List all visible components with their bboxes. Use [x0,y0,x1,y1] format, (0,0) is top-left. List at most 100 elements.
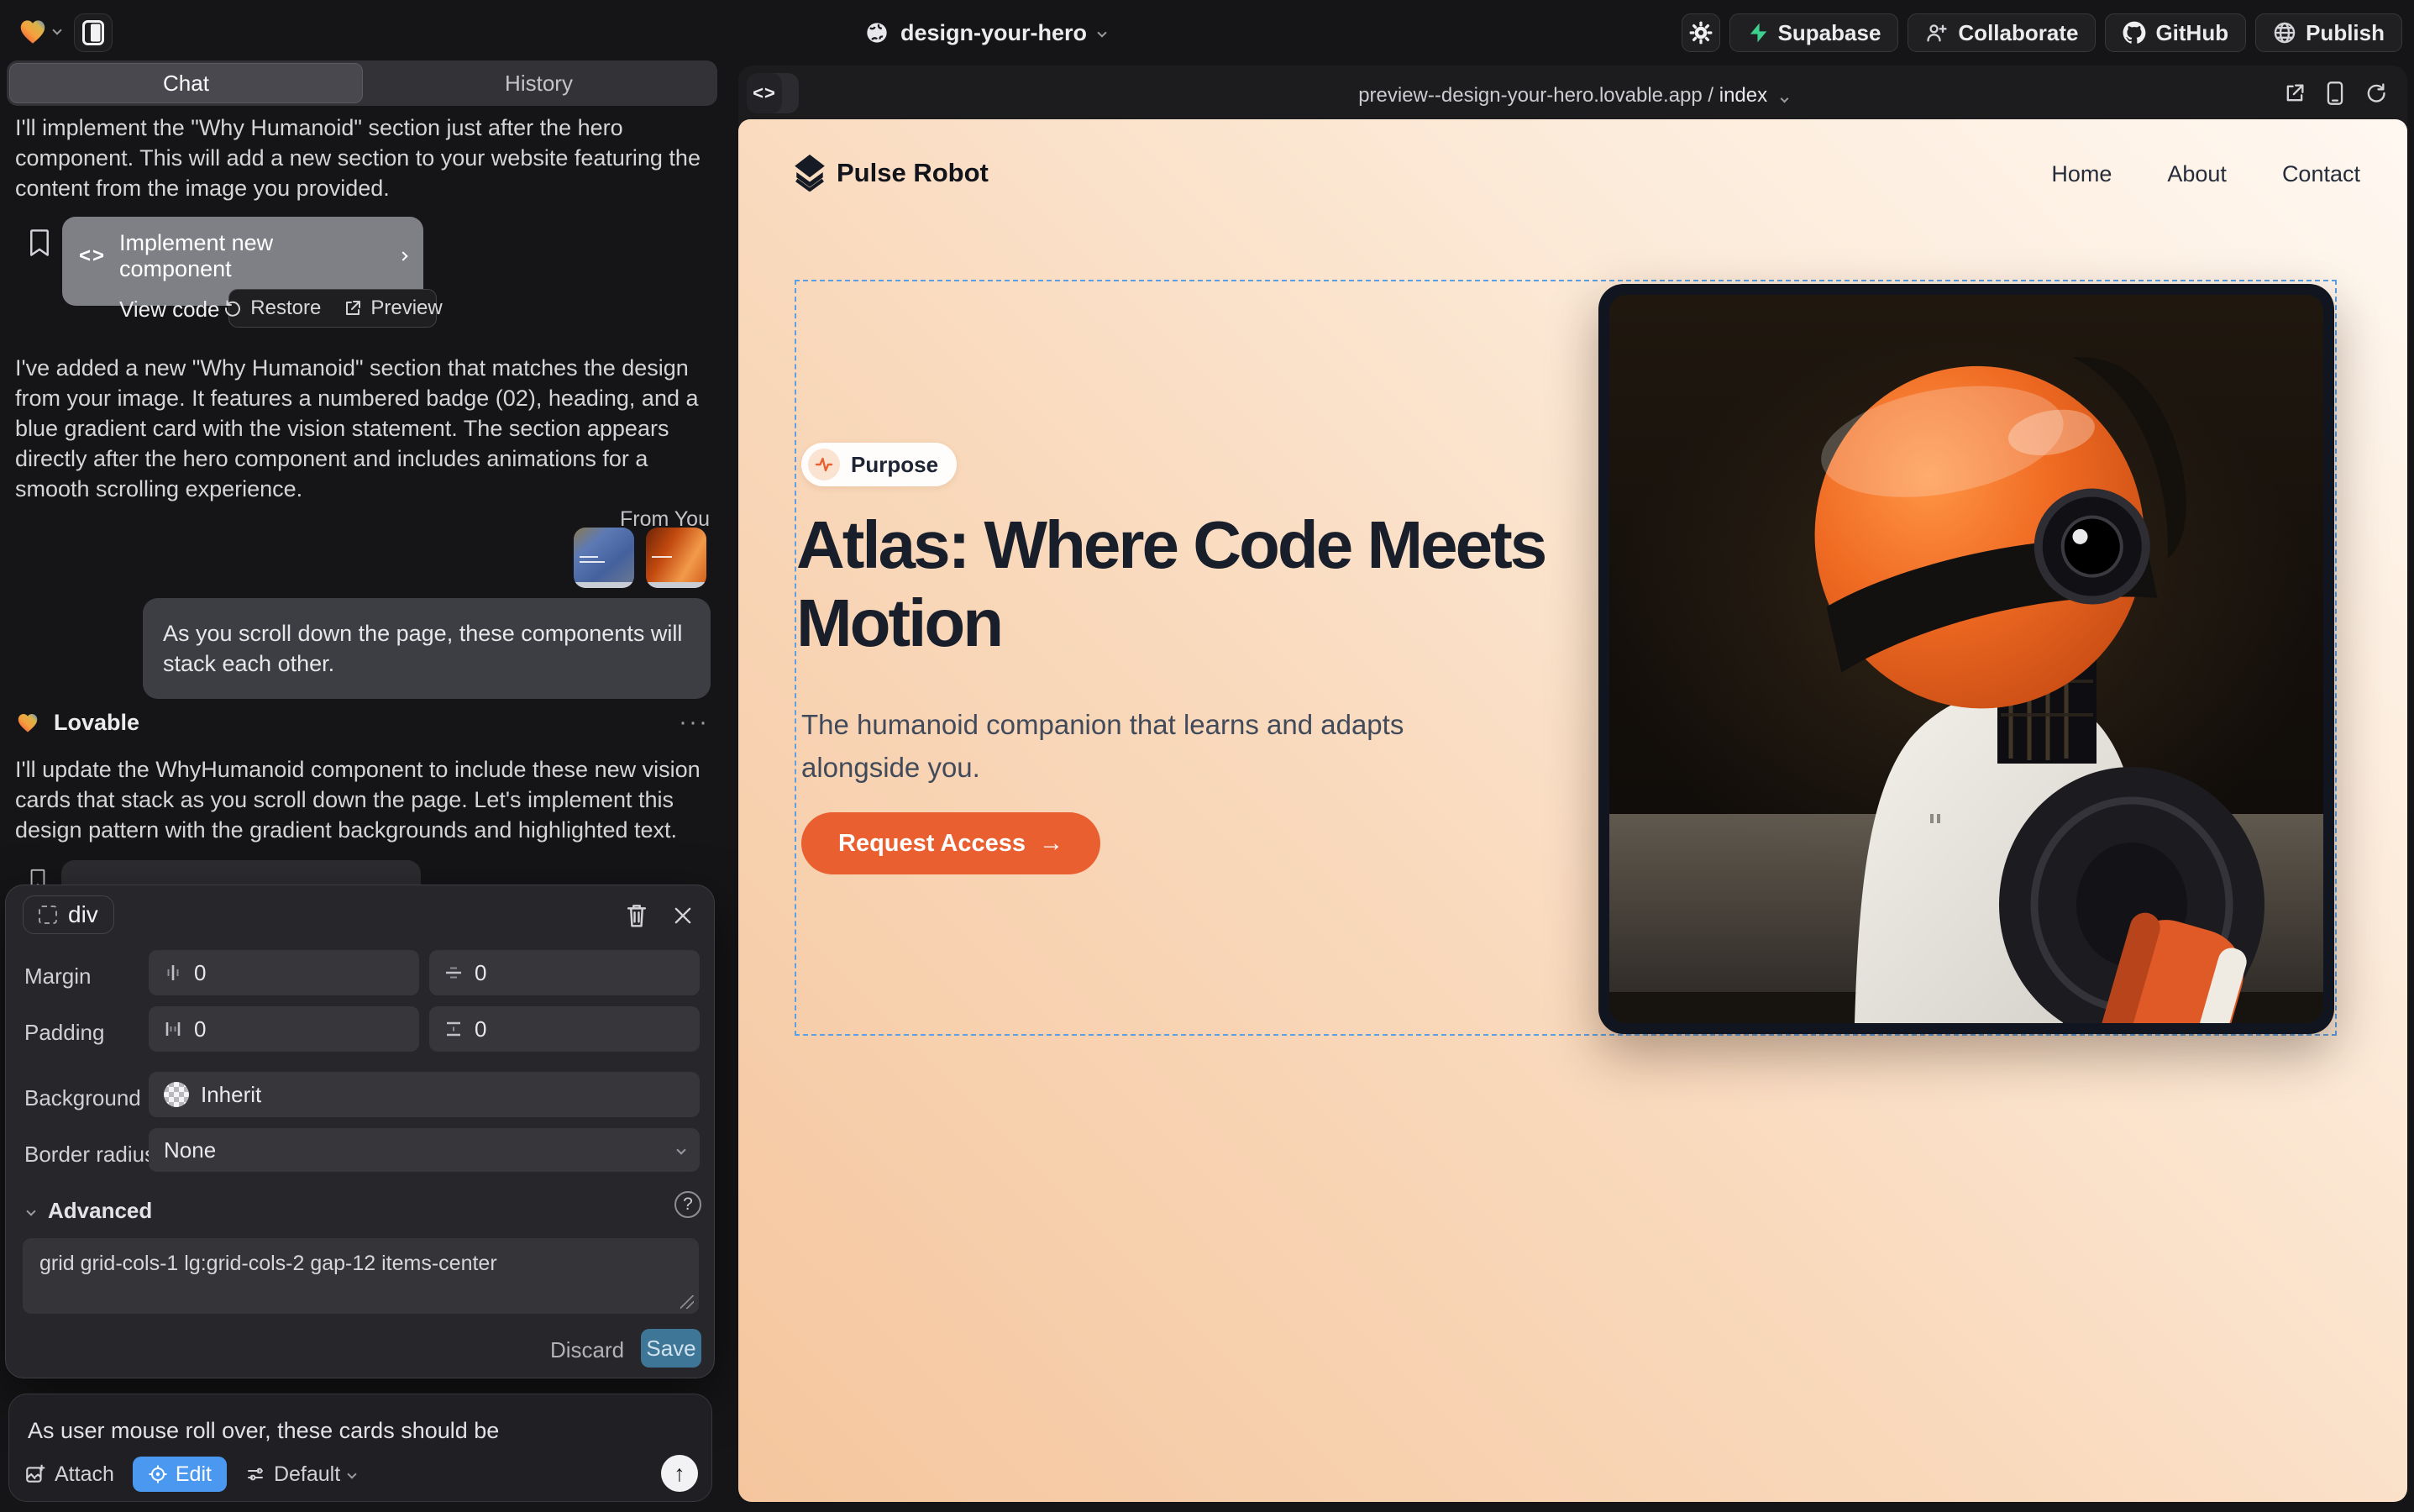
background-value: Inherit [201,1082,261,1108]
tab-history-label: History [505,71,573,97]
restore-button[interactable]: Restore [223,297,321,320]
supabase-button[interactable]: Supabase [1729,13,1899,52]
supabase-icon [1747,22,1769,44]
publish-button[interactable]: Publish [2255,13,2402,52]
border-radius-select[interactable]: None [149,1128,700,1172]
classes-value: grid grid-cols-1 lg:grid-cols-2 gap-12 i… [39,1252,497,1275]
selected-element-pill[interactable]: div [23,895,114,934]
panel-icon [82,20,104,45]
hero-section-selected[interactable]: Purpose Atlas: Where Code Meets Motion T… [795,280,2337,1036]
github-icon [2123,21,2146,45]
selected-tag: div [68,901,98,928]
publish-globe-icon [2273,21,2296,45]
pulse-robot-logo-icon [795,155,825,192]
edit-mode-button[interactable]: Edit [133,1457,227,1492]
select-chevron-icon [676,1145,685,1154]
site-preview: Pulse Robot Home About Contact Purpose A… [738,119,2407,1502]
workspace-caret-icon[interactable] [52,25,61,34]
external-link-icon [343,298,363,318]
chat-input[interactable]: As user mouse roll over, these cards sho… [28,1418,499,1444]
request-access-button[interactable]: Request Access → [801,812,1100,874]
app-window: design-your-hero [0,0,2414,1512]
preview-pane: <> preview--design-your-hero.lovable.app… [738,66,2407,1502]
project-caret-icon [1097,28,1106,37]
nav-contact[interactable]: Contact [2282,161,2360,187]
element-inspector-panel: div Margin 0 0 Padding 0 [5,885,715,1378]
margin-y-value: 0 [475,960,486,986]
background-input[interactable]: Inherit [149,1072,700,1117]
model-selector[interactable]: Default [245,1462,355,1487]
robot-illustration [1609,295,2323,1023]
advanced-chevron-icon [26,1206,35,1215]
project-selector[interactable]: design-your-hero [865,15,1105,50]
padding-x-value: 0 [194,1016,206,1042]
margin-x-value: 0 [194,960,206,986]
mobile-view-button[interactable] [2325,81,2345,106]
version-actions: Restore Preview [228,289,437,328]
padding-x-input[interactable]: 0 [149,1006,419,1052]
purpose-badge: Purpose [801,443,957,486]
nav-about[interactable]: About [2167,161,2227,187]
publish-label: Publish [2306,20,2385,46]
refresh-button[interactable] [2364,81,2387,105]
padding-y-value: 0 [475,1016,486,1042]
tab-history[interactable]: History [363,63,715,103]
target-icon [148,1464,168,1484]
github-label: GitHub [2155,20,2228,46]
message-menu-button[interactable]: ··· [679,708,709,737]
margin-y-input[interactable]: 0 [429,950,700,995]
component-card-title: Implement new component [119,230,386,282]
supabase-label: Supabase [1778,20,1881,46]
preview-url-bar[interactable]: preview--design-your-hero.lovable.app / … [738,84,2407,108]
assistant-message: I'll implement the "Why Humanoid" sectio… [15,113,707,203]
lovable-heart-icon [15,710,40,735]
github-button[interactable]: GitHub [2105,13,2246,52]
discard-button[interactable]: Discard [550,1337,624,1363]
purpose-badge-label: Purpose [851,452,938,478]
site-logo[interactable]: Pulse Robot [795,155,989,192]
attachment-thumbnail-orange[interactable] [646,528,706,588]
chat-composer[interactable]: As user mouse roll over, these cards sho… [8,1394,712,1502]
margin-x-input[interactable]: 0 [149,950,419,995]
restore-icon [223,298,243,318]
model-label: Default [274,1462,340,1487]
assistant-message: I'll update the WhyHumanoid component to… [15,754,709,845]
advanced-toggle[interactable]: Advanced [28,1198,152,1224]
help-icon[interactable]: ? [674,1191,701,1218]
preview-url: preview--design-your-hero.lovable.app [1358,84,1703,107]
gear-icon [1689,21,1713,45]
tab-chat[interactable]: Chat [9,63,363,103]
hero-subtext: The humanoid companion that learns and a… [801,703,1431,789]
code-icon: <> [79,244,106,268]
padding-y-input[interactable]: 0 [429,1006,700,1052]
bookmark-icon[interactable] [27,228,52,257]
send-button[interactable]: ↑ [661,1455,698,1492]
hero-heading: Atlas: Where Code Meets Motion [796,507,1661,663]
nav-home[interactable]: Home [2051,161,2112,187]
user-message-bubble: As you scroll down the page, these compo… [143,598,711,699]
restore-label: Restore [250,297,321,320]
settings-button[interactable] [1682,13,1720,52]
border-radius-label: Border radius [24,1142,155,1168]
attachment-thumbnail-blue[interactable] [574,528,634,588]
open-in-new-tab-button[interactable] [2283,81,2306,105]
padding-x-icon [164,1020,182,1038]
resize-handle[interactable] [680,1295,694,1309]
collaborate-button[interactable]: Collaborate [1908,13,2096,52]
attach-button[interactable]: Attach [24,1462,114,1487]
attach-label: Attach [55,1462,114,1487]
save-button[interactable]: Save [641,1329,701,1368]
margin-label: Margin [24,963,91,990]
delete-element-button[interactable] [624,902,649,929]
robot-image [1609,295,2323,1023]
project-name: design-your-hero [900,20,1087,46]
margin-x-icon [164,963,182,982]
border-radius-value: None [164,1137,678,1163]
preview-button[interactable]: Preview [343,297,442,320]
tailwind-classes-textarea[interactable]: grid grid-cols-1 lg:grid-cols-2 gap-12 i… [23,1238,699,1314]
sidebar-toggle-button[interactable] [74,13,113,52]
lovable-logo-icon[interactable] [17,15,49,47]
padding-label: Padding [24,1020,104,1046]
site-brand-name: Pulse Robot [837,158,989,188]
close-panel-button[interactable] [671,904,695,927]
